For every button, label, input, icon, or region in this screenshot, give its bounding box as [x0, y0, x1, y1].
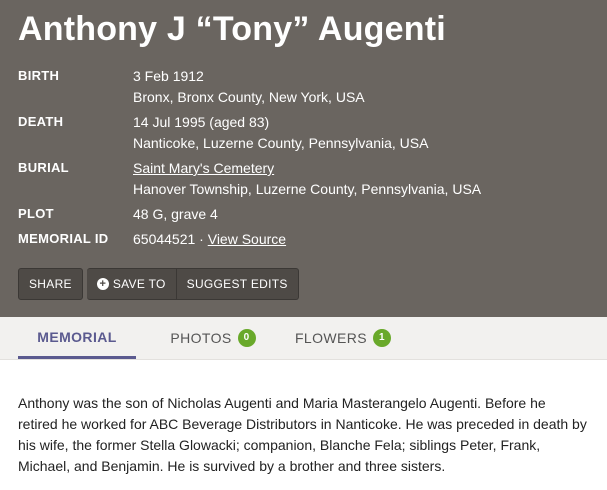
plot-value: 48 G, grave 4: [133, 206, 218, 222]
birth-row: BIRTH 3 Feb 1912 Bronx, Bronx County, Ne…: [18, 66, 589, 108]
memorial-id-row: MEMORIAL ID 65044521 · View Source: [18, 229, 589, 250]
view-source-link[interactable]: View Source: [208, 231, 286, 247]
memorial-tabs: MEMORIAL PHOTOS 0 FLOWERS 1: [0, 317, 607, 360]
death-value: 14 Jul 1995 (aged 83) Nanticoke, Luzerne…: [133, 112, 428, 154]
tab-flowers-label: FLOWERS: [294, 330, 368, 346]
memorial-actions: SHARE + SAVE TO SUGGEST EDITS: [18, 268, 299, 300]
suggest-edits-label: SUGGEST EDITS: [186, 277, 288, 291]
memorial-bio: Anthony was the son of Nicholas Augenti …: [18, 395, 587, 474]
flowers-count-badge: 1: [373, 329, 392, 347]
plot-row: PLOT 48 G, grave 4: [18, 204, 589, 225]
memorial-header: Anthony J “Tony” Augenti BIRTH 3 Feb 191…: [0, 0, 607, 317]
death-date: 14 Jul 1995 (aged 83): [133, 114, 270, 130]
birth-value: 3 Feb 1912 Bronx, Bronx County, New York…: [133, 66, 365, 108]
burial-label: BURIAL: [18, 160, 69, 175]
share-button[interactable]: SHARE: [18, 268, 83, 300]
save-to-label: SAVE TO: [112, 277, 166, 291]
memorial-id-number: 65044521 ·: [133, 231, 208, 247]
memorial-name: Anthony J “Tony” Augenti: [18, 10, 446, 48]
death-row: DEATH 14 Jul 1995 (aged 83) Nanticoke, L…: [18, 112, 589, 154]
tab-photos[interactable]: PHOTOS 0: [158, 317, 268, 359]
tab-flowers[interactable]: FLOWERS 1: [288, 317, 398, 359]
tab-memorial[interactable]: MEMORIAL: [18, 317, 136, 359]
memorial-id-value: 65044521 · View Source: [133, 229, 286, 250]
cemetery-link[interactable]: Saint Mary's Cemetery: [133, 160, 274, 176]
birth-label: BIRTH: [18, 68, 60, 83]
death-place: Nanticoke, Luzerne County, Pennsylvania,…: [133, 135, 429, 151]
share-label: SHARE: [29, 277, 72, 291]
burial-place: Hanover Township, Luzerne County, Pennsy…: [133, 181, 482, 197]
memorial-id-label: MEMORIAL ID: [18, 231, 109, 246]
plot-label: PLOT: [18, 206, 54, 221]
tab-memorial-label: MEMORIAL: [37, 328, 117, 345]
burial-row: BURIAL Saint Mary's Cemetery Hanover Tow…: [18, 158, 589, 200]
plus-circle-icon: +: [96, 278, 109, 290]
birth-place: Bronx, Bronx County, New York, USA: [133, 89, 365, 105]
tab-photos-label: PHOTOS: [170, 330, 232, 346]
death-label: DEATH: [18, 114, 64, 129]
save-to-button[interactable]: + SAVE TO: [86, 268, 177, 300]
memorial-facts: BIRTH 3 Feb 1912 Bronx, Bronx County, Ne…: [18, 66, 589, 250]
suggest-edits-button[interactable]: SUGGEST EDITS: [176, 268, 299, 300]
burial-value: Saint Mary's Cemetery Hanover Township, …: [133, 158, 481, 200]
birth-date: 3 Feb 1912: [133, 68, 204, 84]
photos-count-badge: 0: [237, 329, 256, 347]
